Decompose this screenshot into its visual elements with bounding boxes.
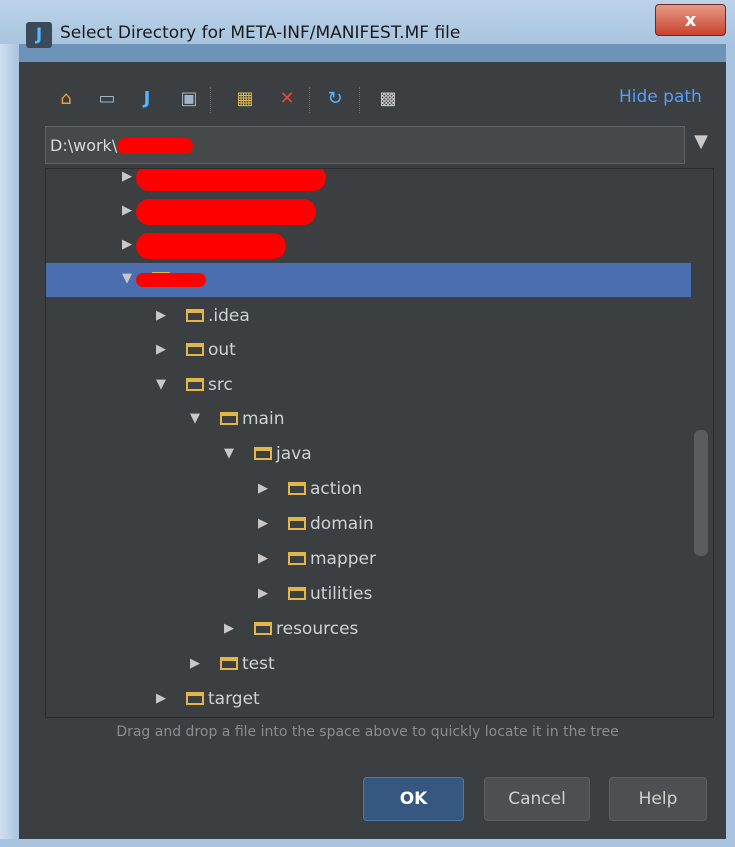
folder-icon — [220, 412, 238, 425]
collapse-arrow-icon[interactable]: ▼ — [154, 377, 168, 393]
close-button[interactable]: x — [655, 4, 726, 36]
toolbar-separator — [359, 87, 361, 113]
tree-row[interactable]: ▶ target — [46, 683, 691, 717]
tree-row[interactable]: ▼ — [46, 263, 691, 297]
folder-icon — [186, 378, 204, 391]
tree-row-label: out — [208, 340, 236, 360]
expand-arrow-icon[interactable]: ▶ — [120, 237, 134, 253]
tree-row-label: target — [208, 689, 260, 709]
folder-icon — [254, 447, 272, 460]
tree-row[interactable]: ▶ resources — [46, 613, 691, 647]
collapse-arrow-icon[interactable]: ▼ — [120, 271, 134, 287]
tree-row-label: mapper — [310, 549, 377, 569]
drag-drop-hint: Drag and drop a file into the space abov… — [116, 724, 619, 740]
window-title: Select Directory for META-INF/MANIFEST.M… — [60, 23, 461, 43]
expand-arrow-icon[interactable]: ▶ — [154, 308, 168, 324]
tree-row[interactable]: ▶ test — [46, 648, 691, 682]
tree-row[interactable]: ▼ java — [46, 438, 691, 472]
toolbar-separator — [309, 87, 311, 113]
project-icon[interactable]: J — [135, 87, 159, 111]
window-frame-bottom — [0, 839, 735, 847]
desktop-icon[interactable]: ▭ — [95, 87, 119, 111]
tree-scrollbar[interactable] — [694, 430, 708, 556]
tree-row-label: action — [310, 479, 363, 499]
tree-row-label: utilities — [310, 584, 373, 604]
tree-row[interactable]: ▶ — [46, 229, 691, 263]
directory-tree[interactable]: ▶ ▶ ▶ ▼ ▶ .idea ▶ out ▼ src ▼ main ▼ java ▶ action ▶ doma… — [45, 168, 714, 718]
folder-icon — [288, 587, 306, 600]
tree-row-label: resources — [276, 619, 359, 639]
folder-icon — [288, 517, 306, 530]
expand-arrow-icon[interactable]: ▶ — [154, 691, 168, 707]
home-icon[interactable]: ⌂ — [54, 87, 78, 111]
tree-row[interactable]: ▶ utilities — [46, 578, 691, 612]
delete-icon[interactable]: ✕ — [275, 87, 299, 111]
show-hidden-icon[interactable]: ▩ — [376, 87, 400, 111]
folder-icon — [220, 657, 238, 670]
tree-row[interactable]: ▼ main — [46, 403, 691, 437]
tree-row-label: main — [242, 409, 285, 429]
collapse-arrow-icon[interactable]: ▼ — [222, 446, 236, 462]
folder-icon — [254, 622, 272, 635]
hide-path-link[interactable]: Hide path — [619, 87, 702, 107]
expand-arrow-icon[interactable]: ▶ — [256, 586, 270, 602]
redaction-mark — [136, 273, 206, 287]
folder-icon — [186, 309, 204, 322]
expand-arrow-icon[interactable]: ▶ — [120, 169, 134, 185]
expand-arrow-icon[interactable]: ▶ — [256, 551, 270, 567]
tree-row-label: src — [208, 375, 233, 395]
tree-row[interactable]: ▶ mapper — [46, 543, 691, 577]
refresh-icon[interactable]: ↻ — [323, 87, 347, 111]
tree-row[interactable]: ▶ action — [46, 473, 691, 507]
redaction-mark — [136, 199, 316, 225]
expand-arrow-icon[interactable]: ▶ — [256, 481, 270, 497]
tree-row-label: test — [242, 654, 275, 674]
folder-icon — [288, 552, 306, 565]
redaction-mark — [136, 233, 286, 259]
expand-arrow-icon[interactable]: ▶ — [120, 203, 134, 219]
module-icon[interactable]: ▣ — [177, 87, 201, 111]
dialog-window: J Select Directory for META-INF/MANIFEST… — [0, 0, 735, 847]
tree-row[interactable]: ▶ — [46, 195, 691, 229]
tree-row-label: java — [276, 444, 312, 464]
tree-row[interactable]: ▶ domain — [46, 508, 691, 542]
path-history-icon[interactable]: ▼ — [691, 128, 711, 156]
intellij-app-icon: J — [26, 22, 52, 48]
toolbar-separator — [210, 87, 212, 113]
ok-button[interactable]: OK — [363, 777, 464, 821]
tree-row-label: domain — [310, 514, 374, 534]
expand-arrow-icon[interactable]: ▶ — [222, 621, 236, 637]
expand-arrow-icon[interactable]: ▶ — [154, 342, 168, 358]
help-button[interactable]: Help — [609, 777, 707, 821]
title-bar[interactable]: J Select Directory for META-INF/MANIFEST… — [0, 0, 735, 48]
folder-icon — [288, 482, 306, 495]
path-value: D:\work\ — [50, 136, 118, 155]
tree-row-label: .idea — [208, 306, 250, 326]
tree-row[interactable]: ▶ — [46, 169, 691, 195]
collapse-arrow-icon[interactable]: ▼ — [188, 411, 202, 427]
tree-row[interactable]: ▶ out — [46, 334, 691, 368]
new-folder-icon[interactable]: ▦ — [233, 87, 257, 111]
tree-row[interactable]: ▼ src — [46, 369, 691, 403]
expand-arrow-icon[interactable]: ▶ — [188, 656, 202, 672]
path-field[interactable]: D:\work\ — [45, 126, 685, 164]
tree-row[interactable]: ▶ .idea — [46, 300, 691, 334]
folder-icon — [186, 343, 204, 356]
expand-arrow-icon[interactable]: ▶ — [256, 516, 270, 532]
cancel-button[interactable]: Cancel — [484, 777, 590, 821]
folder-icon — [186, 692, 204, 705]
redaction-mark — [117, 138, 194, 154]
redaction-mark — [136, 169, 326, 191]
